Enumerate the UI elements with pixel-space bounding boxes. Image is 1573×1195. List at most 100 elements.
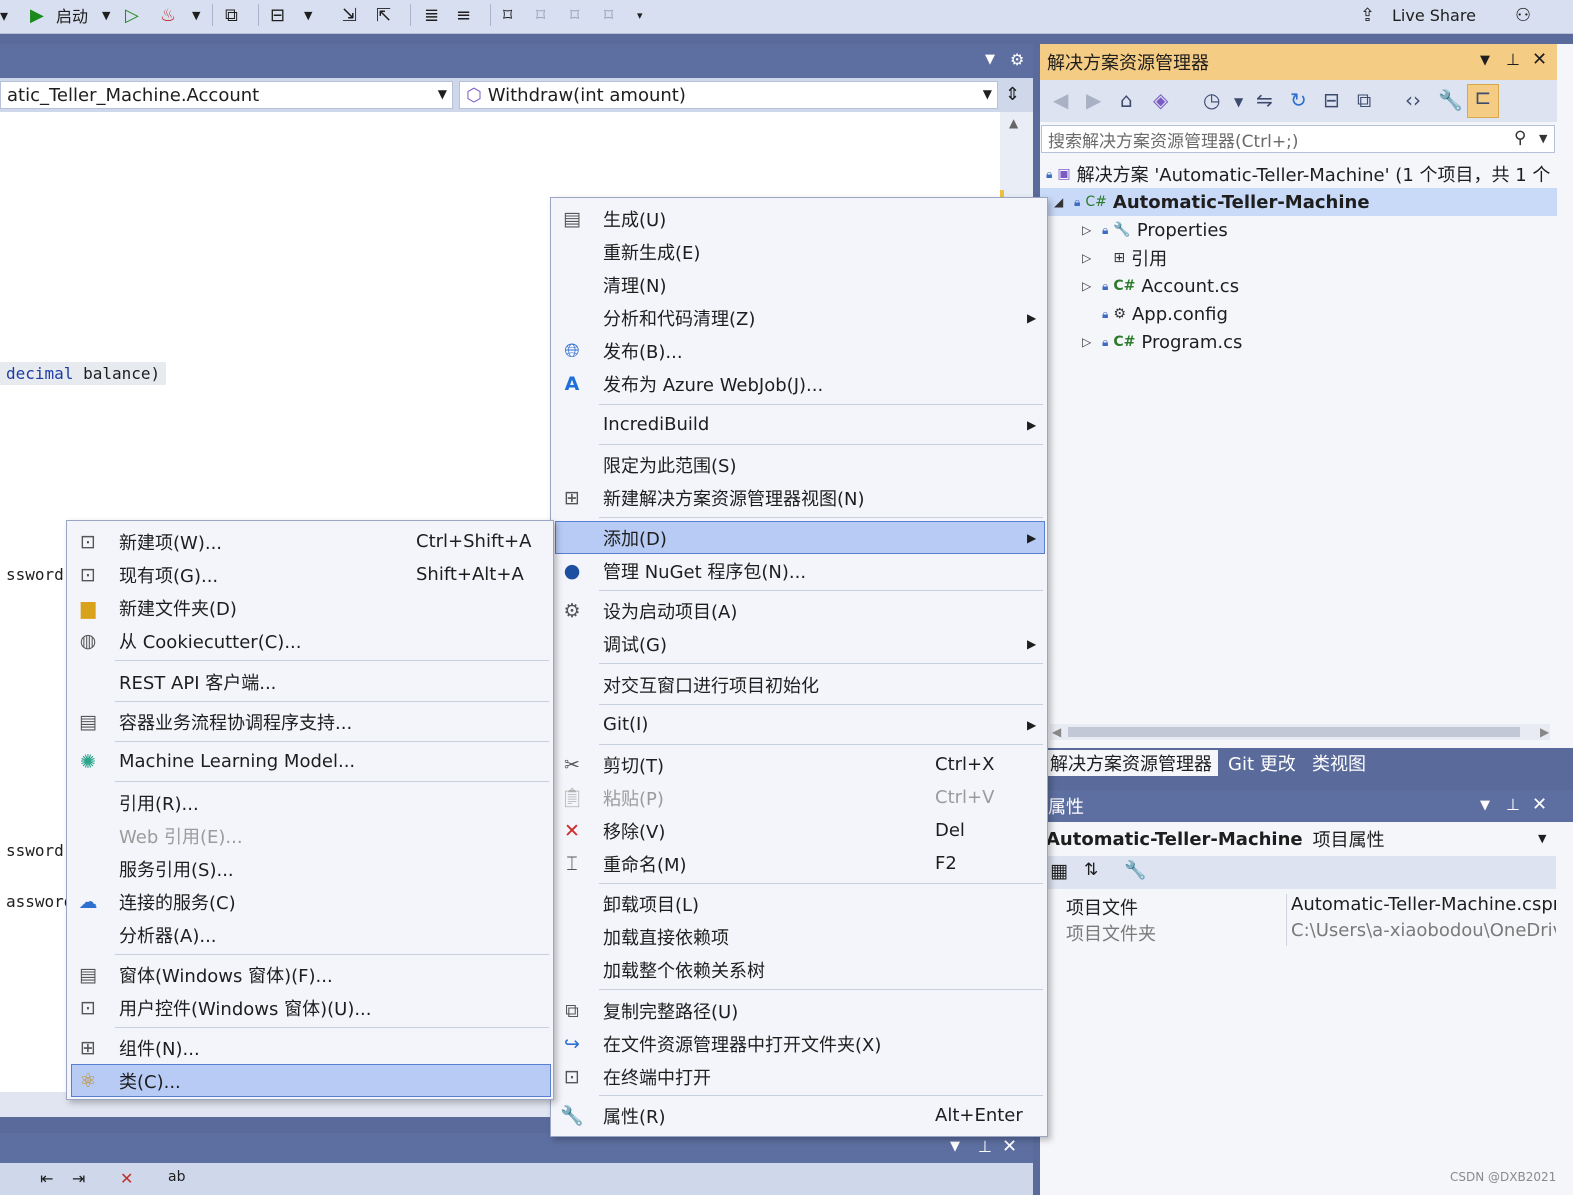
bookmark-icon[interactable]: ⌑ [503, 0, 512, 30]
menu-item-new-item[interactable]: ⊡ 新建项(W)... Ctrl+Shift+A [71, 525, 549, 558]
start-without-debug-icon[interactable]: ▷ [125, 0, 139, 30]
pin-icon[interactable]: ⊥ [1506, 795, 1520, 814]
back-icon[interactable]: ◀ [1053, 88, 1068, 112]
menu-item-service-reference[interactable]: 服务引用(S)... [71, 852, 549, 885]
menu-item-new-view[interactable]: ⊞ 新建解决方案资源管理器视图(N) [555, 481, 1043, 514]
wrench-icon[interactable]: 🔧 [1438, 88, 1463, 112]
properties-object-selector[interactable]: Automatic-Teller-Machine 项目属性 ▼ [1046, 825, 1556, 853]
collapsed-arrow-icon[interactable]: ▷ [1082, 251, 1094, 265]
scroll-right-icon[interactable]: ▶ [1540, 725, 1549, 739]
pending-dropdown-icon[interactable]: ▼ [1234, 95, 1243, 109]
sync-icon[interactable]: ⇋ [1256, 88, 1273, 112]
close-icon[interactable]: ✕ [1002, 1136, 1017, 1157]
panel-dropdown-icon[interactable]: ▼ [1480, 798, 1490, 813]
menu-item-set-startup[interactable]: ⚙ 设为启动项目(A) [555, 594, 1043, 627]
menu-item-publish[interactable]: 🌐︎ 发布(B)... [555, 334, 1043, 367]
hot-reload-dropdown-icon[interactable]: ▼ [192, 0, 200, 30]
live-share-icon[interactable]: ⇪ [1360, 0, 1375, 30]
start-icon[interactable]: ▶ [30, 0, 44, 30]
layout-icon[interactable]: ⊟ [270, 0, 285, 30]
menu-item-class[interactable]: ⚛ 类(C)... [71, 1064, 551, 1097]
pin-icon[interactable]: ⊥ [978, 1137, 992, 1156]
next-bookmark-icon[interactable]: ⌑ [570, 0, 579, 30]
menu-item-publish-webjob[interactable]: A 发布为 Azure WebJob(J)... [555, 367, 1043, 400]
menu-item-incredibuild[interactable]: IncrediBuild ▶ [555, 408, 1043, 441]
tree-item-program-cs[interactable]: ▷ 🔒︎ C# Program.cs [1040, 328, 1557, 356]
tree-item-properties[interactable]: ▷ 🔒︎ 🔧 Properties [1040, 216, 1557, 244]
member-combo[interactable]: ⬡ Withdraw(int amount) ▼ [459, 81, 998, 109]
clear-all-icon[interactable]: ✕ [120, 1169, 133, 1188]
menu-item-rest-api[interactable]: REST API 客户端... [71, 665, 549, 698]
menu-item-rename[interactable]: ⌶ 重命名(M) F2 [555, 847, 1043, 880]
tab-class-view[interactable]: 类视图 [1306, 750, 1372, 776]
menu-item-component[interactable]: ⊞ 组件(N)... [71, 1031, 549, 1064]
menu-item-open-in-explorer[interactable]: ↪ 在文件资源管理器中打开文件夹(X) [555, 1027, 1043, 1060]
type-combo[interactable]: atic_Teller_Machine.Account ▼ [0, 81, 453, 109]
menu-item-git[interactable]: Git(I) ▶ [555, 708, 1043, 741]
menu-item-connected-service[interactable]: ☁ 连接的服务(C) [71, 885, 549, 918]
panel-dropdown-icon[interactable]: ▼ [950, 1139, 960, 1154]
show-all-files-icon[interactable]: ⧉ [1357, 88, 1371, 112]
tab-solution-explorer[interactable]: 解决方案资源管理器 [1044, 750, 1218, 776]
menu-item-analyze[interactable]: 分析和代码清理(Z) ▶ [555, 301, 1043, 334]
menu-item-ml-model[interactable]: ✺ Machine Learning Model... [71, 745, 549, 778]
uncomment-icon[interactable]: ≡ [456, 0, 471, 30]
menu-item-clean[interactable]: 清理(N) [555, 268, 1043, 301]
menu-item-nuget[interactable]: ● 管理 NuGet 程序包(N)... [555, 554, 1043, 587]
indent-left-icon[interactable]: ⇤ [40, 1169, 53, 1188]
tab-list-dropdown-icon[interactable]: ▼ [985, 52, 995, 67]
tree-item-project[interactable]: ◢ 🔒︎ C# Automatic-Teller-Machine [1040, 188, 1557, 216]
close-icon[interactable]: ✕ [1532, 49, 1547, 70]
preview-selected-icon[interactable]: ⊏ [1467, 84, 1499, 118]
expanded-arrow-icon[interactable]: ◢ [1054, 195, 1066, 209]
menu-item-add[interactable]: 添加(D) ▶ [555, 521, 1045, 554]
scrollbar-thumb[interactable] [1068, 727, 1520, 737]
search-options-dropdown-icon[interactable]: ▼ [1539, 132, 1547, 145]
menu-item-windows-form[interactable]: ▤ 窗体(Windows 窗体)(F)... [71, 958, 549, 991]
word-wrap-icon[interactable]: ab [168, 1169, 185, 1185]
collapsed-arrow-icon[interactable]: ▷ [1082, 223, 1094, 237]
menu-item-open-terminal[interactable]: ⊡ 在终端中打开 [555, 1060, 1043, 1093]
live-share-label[interactable]: Live Share [1392, 0, 1476, 30]
menu-item-analyzer[interactable]: 分析器(A)... [71, 918, 549, 951]
scroll-left-icon[interactable]: ◀ [1052, 725, 1061, 739]
menu-item-debug[interactable]: 调试(G) ▶ [555, 627, 1043, 660]
comment-icon[interactable]: ≣ [424, 0, 439, 30]
tab-git-changes[interactable]: Git 更改 [1222, 750, 1302, 776]
panel-dropdown-icon[interactable]: ▼ [1480, 53, 1490, 68]
menu-item-user-control[interactable]: ⊡ 用户控件(Windows 窗体)(U)... [71, 991, 549, 1024]
menu-item-properties[interactable]: 🔧 属性(R) Alt+Enter [555, 1099, 1043, 1132]
close-icon[interactable]: ✕ [1532, 794, 1547, 815]
tree-item-app-config[interactable]: 🔒︎ ⚙ App.config [1040, 300, 1557, 328]
clear-bookmarks-icon[interactable]: ⌑ [604, 0, 613, 30]
pin-icon[interactable]: ⊥ [1506, 50, 1520, 69]
start-dropdown-icon[interactable]: ▼ [102, 0, 110, 30]
home-icon[interactable]: ⌂ [1120, 88, 1133, 112]
property-row[interactable]: 项目文件 Automatic-Teller-Machine.cspro [1046, 894, 1556, 920]
toolbar-dropdown-edge[interactable]: ▾ [0, 0, 10, 30]
tree-item-account-cs[interactable]: ▷ 🔒︎ C# Account.cs [1040, 272, 1557, 300]
split-editor-icon[interactable]: ⇕ [1005, 84, 1020, 105]
indent-right-icon[interactable]: ⇥ [72, 1169, 85, 1188]
menu-item-unload[interactable]: 卸载项目(L) [555, 887, 1043, 920]
search-icon[interactable]: ⚲ [1514, 128, 1526, 148]
menu-item-load-dep-tree[interactable]: 加载整个依赖关系树 [555, 953, 1043, 986]
account-icon[interactable]: ⚇ [1515, 0, 1531, 30]
refresh-icon[interactable]: ↻ [1290, 88, 1307, 112]
view-code-icon[interactable]: ‹› [1405, 88, 1421, 112]
start-label[interactable]: 启动 [56, 0, 88, 30]
scroll-up-icon[interactable]: ▲ [1009, 116, 1018, 130]
menu-item-rebuild[interactable]: 重新生成(E) [555, 235, 1043, 268]
solution-explorer-search-input[interactable]: 搜索解决方案资源管理器(Ctrl+;) ⚲ ▼ [1041, 125, 1555, 153]
toolbar-overflow-icon[interactable]: ▾ [637, 0, 643, 30]
alphabetical-icon[interactable]: ⇅ [1084, 860, 1098, 880]
property-row[interactable]: 项目文件夹 C:\Users\a-xiaobodou\OneDrive [1046, 920, 1556, 946]
menu-item-container-support[interactable]: ▤ 容器业务流程协调程序支持... [71, 705, 549, 738]
menu-item-scope-to-this[interactable]: 限定为此范围(S) [555, 448, 1043, 481]
forward-icon[interactable]: ▶ [1086, 88, 1101, 112]
menu-item-cut[interactable]: ✂ 剪切(T) Ctrl+X [555, 748, 1043, 781]
step-into-icon[interactable]: ⇲ [342, 0, 357, 30]
menu-item-reference[interactable]: 引用(R)... [71, 786, 549, 819]
collapsed-arrow-icon[interactable]: ▷ [1082, 279, 1094, 293]
tree-item-references[interactable]: ▷ 🔒︎ ⊞ 引用 [1040, 244, 1557, 272]
